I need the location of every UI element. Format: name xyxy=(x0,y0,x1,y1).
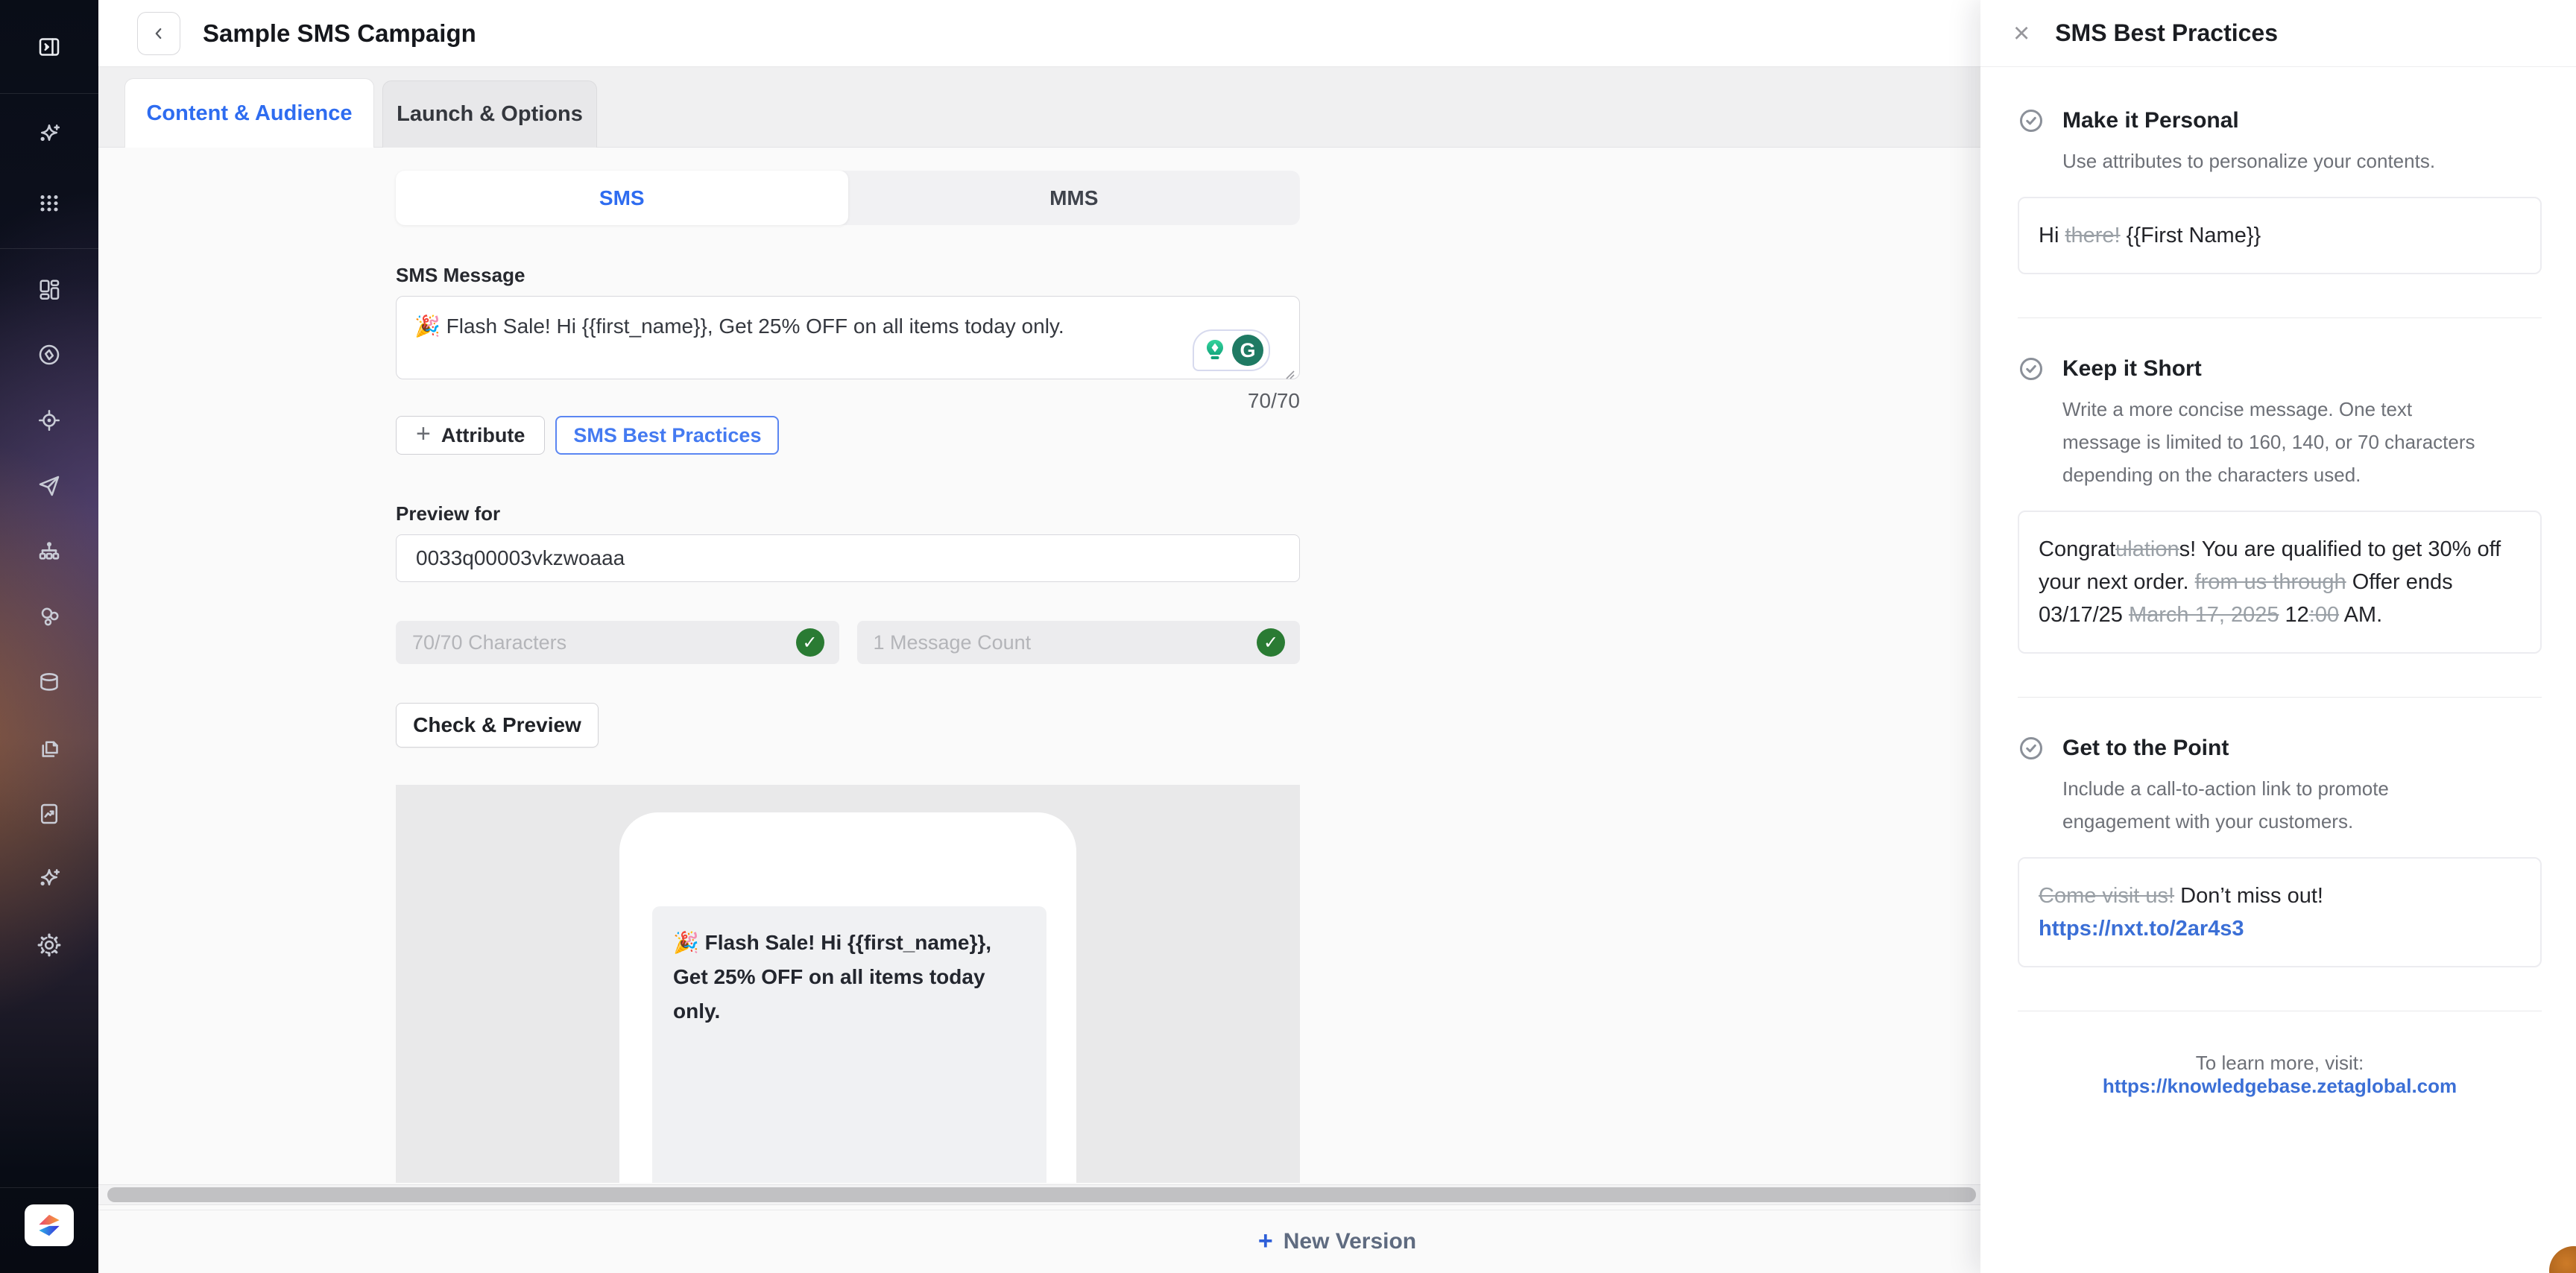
add-attribute-label: Attribute xyxy=(441,424,525,447)
bp-example-card: Come visit us! Don’t miss out! https://n… xyxy=(2018,857,2542,967)
bp-example-card: Hi there! {{First Name}} xyxy=(2018,197,2542,274)
sidebar-item-ai-assistant[interactable] xyxy=(0,111,98,159)
sidebar-item-intelligence-sparkle[interactable] xyxy=(0,856,98,903)
sms-message-input[interactable]: 🎉 Flash Sale! Hi {{first_name}}, Get 25%… xyxy=(396,296,1300,379)
bp-heading: Get to the Point xyxy=(2062,736,2229,761)
page-title: Sample SMS Campaign xyxy=(203,19,476,48)
sidebar-divider xyxy=(0,93,98,94)
sidebar-item-campaigns-send[interactable] xyxy=(0,462,98,510)
back-button[interactable] xyxy=(137,12,180,55)
sidebar-item-segments-circles[interactable] xyxy=(0,593,98,641)
circles-cluster-icon xyxy=(36,604,63,631)
check-circle-icon xyxy=(2018,107,2045,134)
send-icon xyxy=(36,473,63,499)
learn-more-text: To learn more, visit: xyxy=(2196,1052,2364,1074)
character-counter: 70/70 xyxy=(396,389,1300,413)
compass-icon xyxy=(36,341,63,368)
horizontal-scrollbar-track[interactable] xyxy=(98,1184,1980,1205)
message-count-badge-label: 1 Message Count xyxy=(874,631,1032,654)
message-actions-row: + Attribute SMS Best Practices xyxy=(396,416,1300,455)
sms-message-label: SMS Message xyxy=(396,264,1300,287)
sidebar-item-assets-copy[interactable] xyxy=(0,724,98,772)
characters-badge-label: 70/70 Characters xyxy=(412,631,566,654)
resize-handle-icon[interactable] xyxy=(1282,367,1295,380)
sidebar-item-data-cloud[interactable] xyxy=(0,659,98,707)
bp-heading: Keep it Short xyxy=(2062,356,2202,382)
horizontal-scrollbar-thumb[interactable] xyxy=(107,1187,1976,1202)
sidebar-toggle-button[interactable] xyxy=(0,23,98,71)
sidebar-item-dashboard[interactable] xyxy=(0,265,98,313)
sidebar-item-audience-target[interactable] xyxy=(0,397,98,444)
knowledgebase-link[interactable]: https://knowledgebase.zetaglobal.com xyxy=(2103,1075,2457,1097)
panel-title: SMS Best Practices xyxy=(2055,19,2278,47)
add-attribute-button[interactable]: + Attribute xyxy=(396,416,545,455)
bp-example-card: Congratulations! You are qualified to ge… xyxy=(2018,511,2542,654)
sidebar-item-apps-grid[interactable] xyxy=(0,179,98,227)
message-bubble: 🎉 Flash Sale! Hi {{first_name}}, Get 25%… xyxy=(652,906,1046,1183)
check-circle-icon: ✓ xyxy=(796,628,824,657)
gear-icon xyxy=(36,932,63,958)
channel-tab-sms[interactable]: SMS xyxy=(396,171,848,225)
sidebar-divider xyxy=(0,248,98,249)
sms-best-practices-button[interactable]: SMS Best Practices xyxy=(555,416,779,455)
panel-body: Make it Personal Use attributes to perso… xyxy=(1980,67,2576,1098)
sidebar-item-settings[interactable] xyxy=(0,921,98,969)
bp-description: Include a call-to-action link to promote… xyxy=(2062,772,2487,838)
copy-pages-icon xyxy=(36,735,63,762)
zeta-logo-icon xyxy=(34,1210,65,1241)
bp-description: Write a more concise message. One text m… xyxy=(2062,393,2487,491)
bp-section-keep-it-short: Keep it Short Write a more concise messa… xyxy=(2018,356,2542,654)
suggestion-bulb-icon xyxy=(1200,335,1230,365)
sidebar-item-journeys-sitemap[interactable] xyxy=(0,528,98,575)
phone-preview-stage: 🎉 Flash Sale! Hi {{first_name}}, Get 25%… xyxy=(396,785,1300,1183)
tab-launch-options[interactable]: Launch & Options xyxy=(382,80,597,148)
new-version-button[interactable]: + New Version xyxy=(1258,1228,1416,1256)
plus-icon: + xyxy=(1258,1227,1273,1256)
channel-tab-mms[interactable]: MMS xyxy=(848,171,1301,225)
sms-best-practices-panel: × SMS Best Practices Make it Personal Us… xyxy=(1980,0,2576,1273)
sidebar-item-reports[interactable] xyxy=(0,790,98,838)
ai-sparkle-icon xyxy=(36,121,63,148)
check-preview-button[interactable]: Check & Preview xyxy=(396,703,599,748)
zeta-logo[interactable] xyxy=(25,1204,74,1246)
grammarly-widget[interactable]: G xyxy=(1193,329,1270,371)
panel-header: × SMS Best Practices xyxy=(1980,0,2576,67)
channel-segmented-control: SMS MMS xyxy=(396,171,1300,225)
bp-section-get-to-the-point: Get to the Point Include a call-to-actio… xyxy=(2018,735,2542,967)
validation-badges-row: 70/70 Characters ✓ 1 Message Count ✓ xyxy=(396,621,1300,664)
check-circle-icon xyxy=(2018,356,2045,382)
panel-toggle-icon xyxy=(36,34,63,60)
sms-message-wrapper: 🎉 Flash Sale! Hi {{first_name}}, Get 25%… xyxy=(396,296,1300,383)
panel-divider xyxy=(2018,697,2542,698)
phone-mockup: 🎉 Flash Sale! Hi {{first_name}}, Get 25%… xyxy=(619,812,1076,1183)
preview-for-label: Preview for xyxy=(396,502,1300,525)
apps-grid-icon xyxy=(36,189,63,216)
grammarly-g-icon: G xyxy=(1231,334,1264,367)
sidebar-divider xyxy=(0,1187,98,1188)
report-file-icon xyxy=(36,800,63,827)
panel-footer: To learn more, visit: https://knowledgeb… xyxy=(2018,1052,2542,1098)
ai-sparkle-icon xyxy=(36,866,63,893)
bp-section-make-it-personal: Make it Personal Use attributes to perso… xyxy=(2018,107,2542,274)
tab-content-audience[interactable]: Content & Audience xyxy=(124,78,374,148)
svg-text:G: G xyxy=(1240,339,1255,361)
database-icon xyxy=(36,669,63,696)
message-bubble-text: 🎉 Flash Sale! Hi {{first_name}}, Get 25%… xyxy=(673,926,1026,1029)
check-circle-icon: ✓ xyxy=(1257,628,1285,657)
check-circle-icon xyxy=(2018,735,2045,762)
message-count-badge: 1 Message Count ✓ xyxy=(857,621,1301,664)
close-icon[interactable]: × xyxy=(2013,19,2030,48)
preview-for-input[interactable] xyxy=(396,534,1300,582)
bp-heading: Make it Personal xyxy=(2062,108,2239,133)
plus-icon: + xyxy=(416,420,431,449)
new-version-label: New Version xyxy=(1284,1229,1416,1254)
target-locate-icon xyxy=(36,407,63,434)
sidebar-item-explore[interactable] xyxy=(0,331,98,379)
bp-description: Use attributes to personalize your conte… xyxy=(2062,145,2487,177)
chevron-left-icon xyxy=(151,25,167,42)
dashboard-icon xyxy=(36,276,63,303)
characters-badge: 70/70 Characters ✓ xyxy=(396,621,839,664)
app-sidebar xyxy=(0,0,98,1273)
sitemap-icon xyxy=(36,538,63,565)
